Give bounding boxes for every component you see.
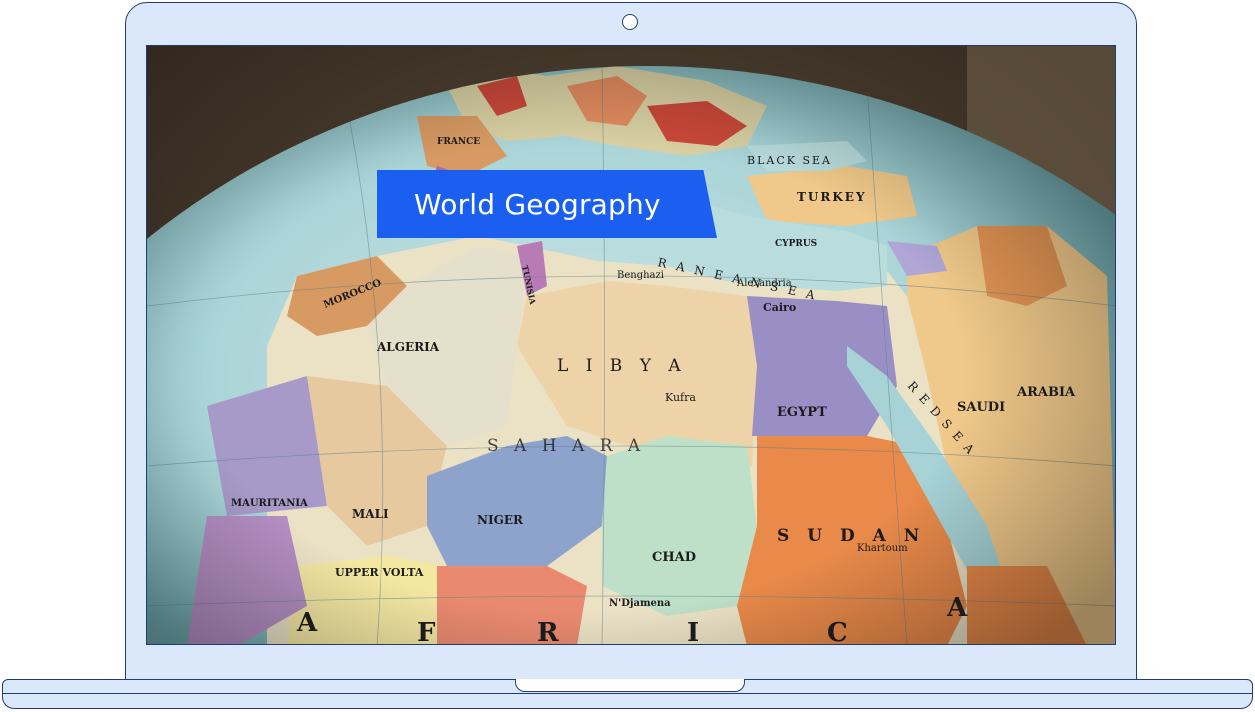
laptop-base-edge bbox=[2, 693, 1253, 694]
map-label-kufra: Kufra bbox=[665, 391, 696, 404]
map-label-cyprus: CYPRUS bbox=[775, 239, 817, 249]
map-label-egypt: EGYPT bbox=[777, 405, 827, 420]
title-banner: World Geography bbox=[377, 170, 717, 238]
banner-title: World Geography bbox=[414, 187, 661, 221]
webcam-icon bbox=[622, 14, 638, 30]
map-label-ndjamena: N'Djamena bbox=[609, 598, 671, 609]
laptop-opening-notch bbox=[515, 679, 745, 692]
map-label-france: FRANCE bbox=[437, 137, 480, 147]
svg-text:A: A bbox=[946, 593, 968, 623]
map-label-sahara: S A H A R A bbox=[487, 436, 645, 456]
map-label-algeria: ALGERIA bbox=[376, 340, 440, 354]
map-label-arabia: ARABIA bbox=[1016, 385, 1076, 400]
map-label-turkey: TURKEY bbox=[797, 190, 867, 204]
map-label-black-sea: BLACK SEA bbox=[747, 154, 832, 167]
map-label-niger: NIGER bbox=[477, 513, 524, 527]
map-label-cairo: Cairo bbox=[763, 301, 796, 314]
svg-text:C: C bbox=[827, 618, 848, 645]
laptop-screen: FRANCE BLACK SEA TURKEY CYPRUS R A N E A… bbox=[146, 45, 1116, 645]
svg-text:A: A bbox=[296, 608, 318, 638]
map-label-chad: CHAD bbox=[652, 550, 696, 565]
map-label-saudi: SAUDI bbox=[957, 400, 1005, 415]
svg-text:R: R bbox=[537, 618, 559, 645]
map-label-benghazi: Benghazi bbox=[617, 270, 664, 281]
map-label-libya: L I B Y A bbox=[557, 356, 687, 376]
svg-text:F: F bbox=[417, 618, 436, 645]
map-label-upper-volta: UPPER VOLTA bbox=[335, 566, 424, 579]
map-label-khartoum: Khartoum bbox=[857, 543, 908, 554]
map-label-mauritania: MAURITANIA bbox=[231, 498, 308, 509]
laptop-mockup: FRANCE BLACK SEA TURKEY CYPRUS R A N E A… bbox=[0, 0, 1255, 712]
map-label-alexandria: Alexandria bbox=[736, 278, 792, 289]
map-label-mali: MALI bbox=[352, 507, 389, 521]
globe-photo: FRANCE BLACK SEA TURKEY CYPRUS R A N E A… bbox=[147, 46, 1115, 645]
svg-text:I: I bbox=[687, 618, 699, 645]
